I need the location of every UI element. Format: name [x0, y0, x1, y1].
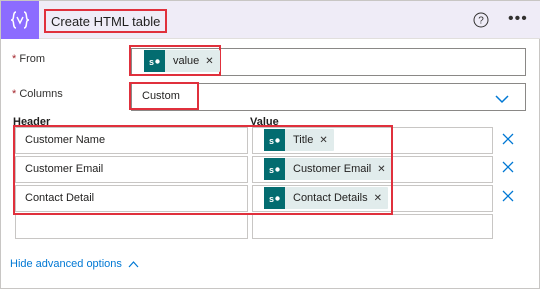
action-title[interactable]: Create HTML table	[44, 9, 168, 33]
action-header[interactable]: Create HTML table ? •••	[1, 1, 540, 39]
svg-text:s: s	[149, 57, 154, 67]
sharepoint-icon: s	[144, 50, 165, 72]
hide-advanced-options-link[interactable]: Hide advanced options	[10, 258, 139, 270]
value-cell-empty[interactable]	[252, 214, 493, 239]
delete-row-icon[interactable]	[502, 133, 514, 145]
from-token[interactable]: s value ✕	[144, 50, 220, 72]
chevron-down-icon[interactable]	[495, 92, 509, 106]
svg-text:?: ?	[478, 16, 484, 27]
columns-label: * Columns	[12, 88, 63, 100]
delete-row-icon[interactable]	[502, 190, 514, 202]
chevron-up-icon	[128, 261, 139, 268]
delete-row-icon[interactable]	[502, 161, 514, 173]
from-label: * From	[12, 53, 46, 65]
rows-highlight	[13, 125, 393, 215]
help-icon[interactable]: ?	[473, 12, 489, 28]
remove-token-icon[interactable]: ✕	[205, 56, 219, 67]
from-token-label: value	[173, 55, 200, 67]
header-cell-empty[interactable]	[15, 214, 248, 239]
columns-dropdown-value: Custom	[142, 90, 180, 102]
more-options-icon[interactable]: •••	[508, 10, 528, 28]
action-card: Create HTML table ? ••• * From s value ✕…	[0, 0, 540, 289]
curly-braces-icon	[1, 1, 39, 39]
